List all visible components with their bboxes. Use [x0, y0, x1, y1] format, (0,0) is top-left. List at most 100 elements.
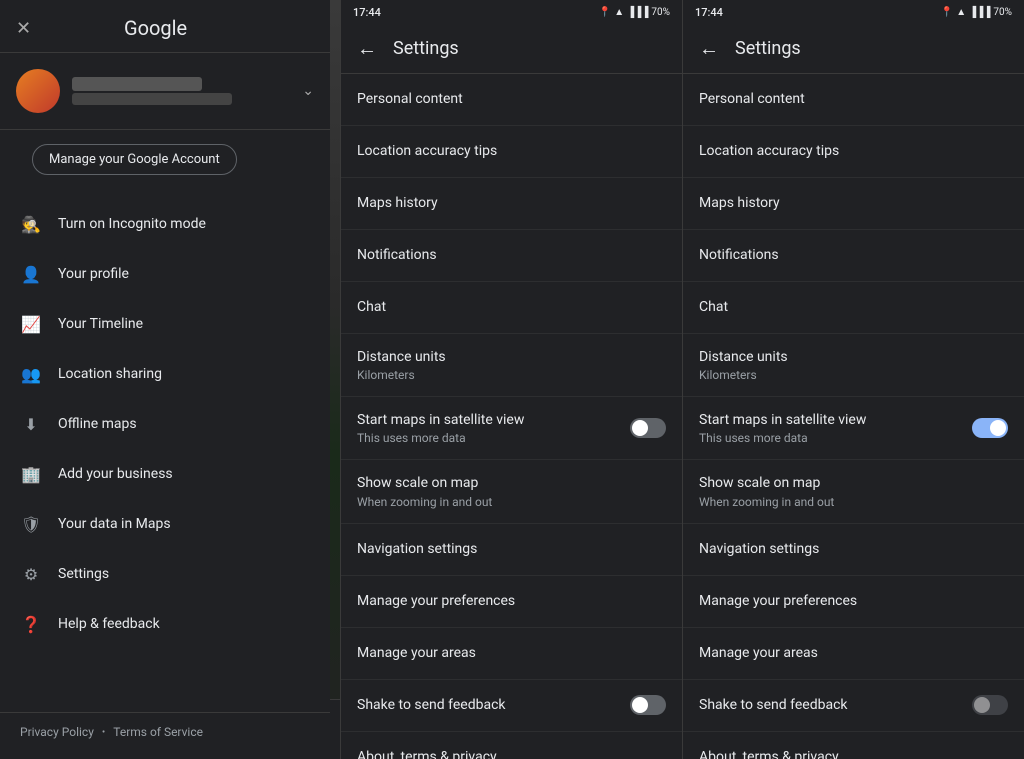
menu-item-incognito[interactable]: 🕵 Turn on Incognito mode	[0, 199, 330, 249]
status-bar-1: 17:44 📍 ▲ ▐▐▐ 70%	[341, 0, 682, 24]
account-info	[72, 77, 290, 105]
account-name	[72, 77, 202, 91]
settings-item-p3-maps-history[interactable]: Maps history	[683, 178, 1024, 230]
privacy-policy-link[interactable]: Privacy Policy	[20, 725, 94, 739]
settings-text-p3-chat: Chat	[699, 298, 1008, 316]
settings-item-p2-about[interactable]: About, terms & privacy	[341, 732, 682, 759]
settings-item-p2-notifications[interactable]: Notifications	[341, 230, 682, 282]
account-section[interactable]: ⌄	[0, 53, 330, 130]
menu-icon-profile: 👤	[20, 263, 42, 285]
manage-account-button[interactable]: Manage your Google Account	[32, 144, 237, 175]
settings-item-p3-chat[interactable]: Chat	[683, 282, 1024, 334]
settings-item-p2-shake[interactable]: Shake to send feedback	[341, 680, 682, 732]
drawer-menu: ✕ Google ⌄ Manage your Google Account 🕵 …	[0, 0, 330, 759]
menu-item-settings[interactable]: ⚙ Settings	[0, 549, 330, 599]
toggle-p3-shake[interactable]	[972, 695, 1008, 715]
menu-label-incognito: Turn on Incognito mode	[58, 216, 206, 232]
settings-title-text-p2-about: About, terms & privacy	[357, 748, 666, 759]
settings-item-p2-scale[interactable]: Show scale on map When zooming in and ou…	[341, 460, 682, 523]
settings-text-p2-areas: Manage your areas	[357, 644, 666, 662]
settings-title-text-p2-personal: Personal content	[357, 90, 666, 108]
settings-item-p3-satellite[interactable]: Start maps in satellite view This uses m…	[683, 397, 1024, 460]
drawer-header: ✕ Google	[0, 0, 330, 53]
settings-list-1: Personal content Location accuracy tips …	[341, 74, 682, 759]
settings-title-text-p2-scale: Show scale on map	[357, 474, 666, 492]
settings-item-p3-areas[interactable]: Manage your areas	[683, 628, 1024, 680]
settings-panel-1: 17:44 📍 ▲ ▐▐▐ 70% ← Settings Personal co…	[340, 0, 682, 759]
settings-title-text-p2-notifications: Notifications	[357, 246, 666, 264]
settings-title-text-p2-location-tips: Location accuracy tips	[357, 142, 666, 160]
toggle-p2-shake[interactable]	[630, 695, 666, 715]
settings-title-text-p3-location-tips: Location accuracy tips	[699, 142, 1008, 160]
settings-item-p2-maps-history[interactable]: Maps history	[341, 178, 682, 230]
settings-item-p3-distance[interactable]: Distance units Kilometers	[683, 334, 1024, 397]
drawer-title: Google	[31, 16, 280, 40]
toggle-p3-satellite[interactable]	[972, 418, 1008, 438]
settings-title-text-p3-chat: Chat	[699, 298, 1008, 316]
close-icon[interactable]: ✕	[16, 18, 31, 39]
settings-text-p2-navigation: Navigation settings	[357, 540, 666, 558]
settings-text-p3-about: About, terms & privacy	[699, 748, 1008, 759]
time-2: 17:44	[695, 6, 723, 19]
settings-text-p2-satellite: Start maps in satellite view This uses m…	[357, 411, 618, 445]
terms-of-service-link[interactable]: Terms of Service	[113, 725, 203, 739]
settings-item-p3-notifications[interactable]: Notifications	[683, 230, 1024, 282]
footer-separator: •	[102, 727, 105, 738]
settings-text-p2-notifications: Notifications	[357, 246, 666, 264]
settings-item-p3-scale[interactable]: Show scale on map When zooming in and ou…	[683, 460, 1024, 523]
settings-item-p2-location-tips[interactable]: Location accuracy tips	[341, 126, 682, 178]
maps-panel: Try gas stations, ATMs 🎤 ✕ Google ⌄ Mana…	[0, 0, 340, 759]
wifi-icon-2: ▲	[956, 7, 966, 18]
settings-item-p3-navigation[interactable]: Navigation settings	[683, 524, 1024, 576]
settings-sub-p2-distance: Kilometers	[357, 368, 666, 382]
settings-text-p3-location-tips: Location accuracy tips	[699, 142, 1008, 160]
menu-icon-data: 🛡	[20, 513, 42, 535]
settings-item-p3-shake[interactable]: Shake to send feedback	[683, 680, 1024, 732]
settings-item-p2-distance[interactable]: Distance units Kilometers	[341, 334, 682, 397]
settings-item-p2-personal[interactable]: Personal content	[341, 74, 682, 126]
settings-header-1: ← Settings	[341, 24, 682, 74]
settings-text-p2-distance: Distance units Kilometers	[357, 348, 666, 382]
settings-text-p2-about: About, terms & privacy	[357, 748, 666, 759]
menu-item-timeline[interactable]: 📈 Your Timeline	[0, 299, 330, 349]
settings-list-2: Personal content Location accuracy tips …	[683, 74, 1024, 759]
menu-icon-timeline: 📈	[20, 313, 42, 335]
settings-title-text-p2-chat: Chat	[357, 298, 666, 316]
settings-item-p2-areas[interactable]: Manage your areas	[341, 628, 682, 680]
settings-text-p3-shake: Shake to send feedback	[699, 696, 960, 714]
settings-title-text-p3-scale: Show scale on map	[699, 474, 1008, 492]
menu-label-offline: Offline maps	[58, 416, 137, 432]
settings-title-text-p3-personal: Personal content	[699, 90, 1008, 108]
chevron-down-icon[interactable]: ⌄	[302, 83, 314, 99]
settings-item-p3-personal[interactable]: Personal content	[683, 74, 1024, 126]
back-button-2[interactable]: ←	[691, 28, 727, 69]
settings-item-p2-preferences[interactable]: Manage your preferences	[341, 576, 682, 628]
back-button-1[interactable]: ←	[349, 28, 385, 69]
settings-text-p2-chat: Chat	[357, 298, 666, 316]
menu-icon-business: 🏢	[20, 463, 42, 485]
settings-item-p2-navigation[interactable]: Navigation settings	[341, 524, 682, 576]
settings-item-p3-preferences[interactable]: Manage your preferences	[683, 576, 1024, 628]
settings-item-p2-satellite[interactable]: Start maps in satellite view This uses m…	[341, 397, 682, 460]
menu-item-profile[interactable]: 👤 Your profile	[0, 249, 330, 299]
settings-header-2: ← Settings	[683, 24, 1024, 74]
menu-item-business[interactable]: 🏢 Add your business	[0, 449, 330, 499]
toggle-p2-satellite[interactable]	[630, 418, 666, 438]
menu-item-help[interactable]: ❓ Help & feedback	[0, 599, 330, 649]
settings-item-p3-about[interactable]: About, terms & privacy	[683, 732, 1024, 759]
menu-item-offline[interactable]: ⬇ Offline maps	[0, 399, 330, 449]
settings-item-p2-chat[interactable]: Chat	[341, 282, 682, 334]
menu-item-location[interactable]: 👥 Location sharing	[0, 349, 330, 399]
settings-title-text-p3-areas: Manage your areas	[699, 644, 1008, 662]
settings-item-p3-location-tips[interactable]: Location accuracy tips	[683, 126, 1024, 178]
menu-item-data[interactable]: 🛡 Your data in Maps	[0, 499, 330, 549]
settings-text-p2-maps-history: Maps history	[357, 194, 666, 212]
wifi-icon: ▲	[614, 7, 624, 18]
settings-title-text-p3-satellite: Start maps in satellite view	[699, 411, 960, 429]
settings-sub-p2-satellite: This uses more data	[357, 431, 618, 445]
settings-sub-p3-scale: When zooming in and out	[699, 495, 1008, 509]
settings-sub-p3-satellite: This uses more data	[699, 431, 960, 445]
settings-title-text-p3-shake: Shake to send feedback	[699, 696, 960, 714]
settings-sub-p2-scale: When zooming in and out	[357, 495, 666, 509]
settings-text-p2-scale: Show scale on map When zooming in and ou…	[357, 474, 666, 508]
